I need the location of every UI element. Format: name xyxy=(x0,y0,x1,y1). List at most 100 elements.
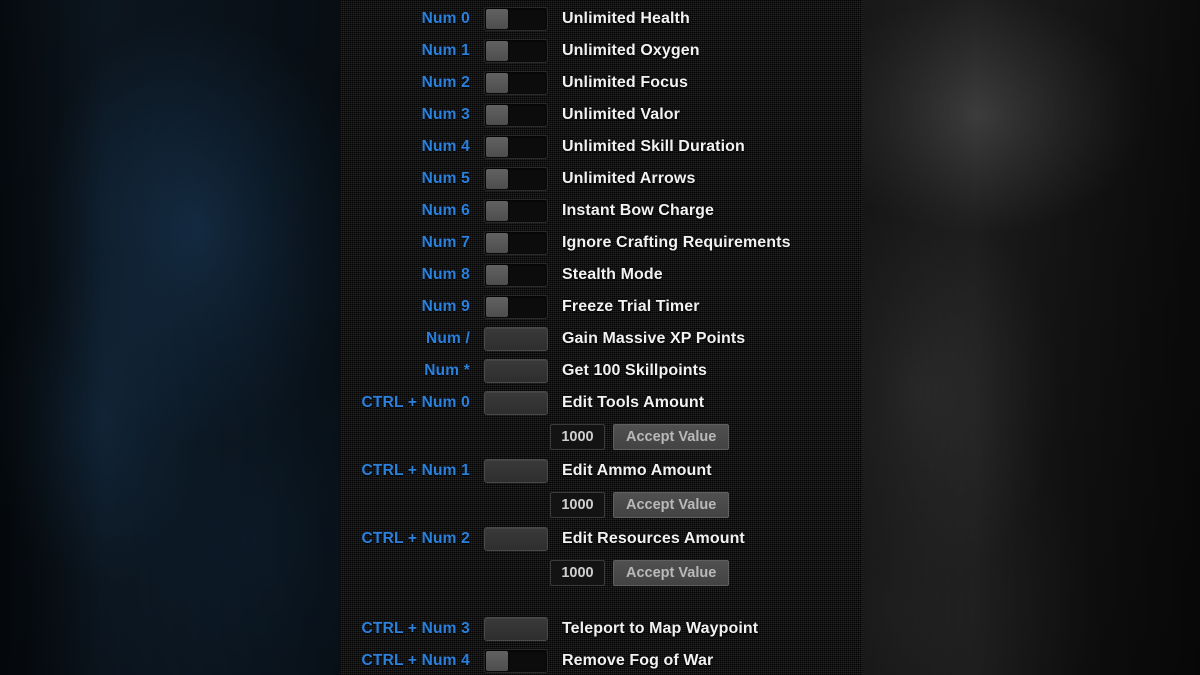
trainer-option-list: Num 0 Unlimited Health Num 1 Unlimited Oxyg… xyxy=(340,0,862,675)
option-label: Gain Massive XP Points xyxy=(550,330,862,348)
toggle-switch[interactable] xyxy=(484,295,548,319)
activate-button[interactable] xyxy=(484,527,548,551)
trainer-option-row: CTRL + Num 1 Edit Ammo Amount xyxy=(340,455,862,487)
trainer-option-row: CTRL + Num 2 Edit Resources Amount xyxy=(340,523,862,555)
toggle-switch[interactable] xyxy=(484,231,548,255)
control-cell xyxy=(480,7,550,31)
value-input[interactable] xyxy=(550,492,605,518)
toggle-switch[interactable] xyxy=(484,649,548,673)
option-label: Teleport to Map Waypoint xyxy=(550,620,862,638)
toggle-switch[interactable] xyxy=(484,167,548,191)
background-right-blur xyxy=(855,0,1200,675)
control-cell xyxy=(480,103,550,127)
trainer-option-row: Num 0 Unlimited Health xyxy=(340,3,862,35)
control-cell xyxy=(480,263,550,287)
option-label: Edit Resources Amount xyxy=(550,530,862,548)
activate-button[interactable] xyxy=(484,391,548,415)
option-label: Remove Fog of War xyxy=(550,652,862,670)
trainer-option-row: Num 3 Unlimited Valor xyxy=(340,99,862,131)
value-editor-row: Accept Value xyxy=(340,555,862,591)
hotkey-label: CTRL + Num 0 xyxy=(340,394,480,412)
trainer-option-row: Num 9 Freeze Trial Timer xyxy=(340,291,862,323)
row-spacer xyxy=(340,591,862,613)
trainer-option-row: Num 2Unlimited Focus xyxy=(340,67,862,99)
toggle-switch[interactable] xyxy=(484,7,548,31)
control-cell xyxy=(480,327,550,351)
trainer-option-row: CTRL + Num 0 Edit Tools Amount xyxy=(340,387,862,419)
toggle-knob xyxy=(486,201,508,221)
trainer-panel: Num 0 Unlimited Health Num 1 Unlimited Oxyg… xyxy=(340,0,862,675)
hotkey-label: CTRL + Num 2 xyxy=(340,530,480,548)
activate-button[interactable] xyxy=(484,327,548,351)
hotkey-label: CTRL + Num 4 xyxy=(340,652,480,670)
value-input[interactable] xyxy=(550,424,605,450)
hotkey-label: Num * xyxy=(340,362,480,380)
control-cell xyxy=(480,167,550,191)
toggle-knob xyxy=(486,169,508,189)
control-cell xyxy=(480,617,550,641)
option-label: Get 100 Skillpoints xyxy=(550,362,862,380)
toggle-switch[interactable] xyxy=(484,263,548,287)
toggle-switch[interactable] xyxy=(484,135,548,159)
toggle-switch[interactable] xyxy=(484,71,548,95)
hotkey-label: Num 6 xyxy=(340,202,480,220)
control-cell xyxy=(480,295,550,319)
option-label: Unlimited Arrows xyxy=(550,170,862,188)
toggle-knob xyxy=(486,105,508,125)
option-label: Edit Tools Amount xyxy=(550,394,862,412)
control-cell xyxy=(480,527,550,551)
hotkey-label: Num 9 xyxy=(340,298,480,316)
hotkey-label: Num 5 xyxy=(340,170,480,188)
control-cell xyxy=(480,391,550,415)
option-label: Unlimited Valor xyxy=(550,106,862,124)
control-cell xyxy=(480,199,550,223)
activate-button[interactable] xyxy=(484,359,548,383)
background-left-blur xyxy=(0,0,345,675)
value-editor-row: Accept Value xyxy=(340,487,862,523)
control-cell xyxy=(480,71,550,95)
control-cell xyxy=(480,135,550,159)
value-input[interactable] xyxy=(550,560,605,586)
trainer-option-row: Num 1 Unlimited Oxygen xyxy=(340,35,862,67)
activate-button[interactable] xyxy=(484,459,548,483)
toggle-knob xyxy=(486,651,508,671)
option-label: Unlimited Focus xyxy=(550,74,862,92)
hotkey-label: CTRL + Num 1 xyxy=(340,462,480,480)
option-label: Instant Bow Charge xyxy=(550,202,862,220)
option-label: Unlimited Skill Duration xyxy=(550,138,862,156)
toggle-knob xyxy=(486,73,508,93)
trainer-option-row: Num 6 Instant Bow Charge xyxy=(340,195,862,227)
hotkey-label: Num / xyxy=(340,330,480,348)
toggle-knob xyxy=(486,137,508,157)
control-cell xyxy=(480,39,550,63)
hotkey-label: Num 7 xyxy=(340,234,480,252)
option-label: Unlimited Health xyxy=(550,10,862,28)
trainer-option-row: Num / Gain Massive XP Points xyxy=(340,323,862,355)
hotkey-label: CTRL + Num 3 xyxy=(340,620,480,638)
toggle-switch[interactable] xyxy=(484,103,548,127)
option-label: Edit Ammo Amount xyxy=(550,462,862,480)
control-cell xyxy=(480,359,550,383)
option-label: Ignore Crafting Requirements xyxy=(550,234,862,252)
toggle-switch[interactable] xyxy=(484,39,548,63)
hotkey-label: Num 8 xyxy=(340,266,480,284)
hotkey-label: Num 0 xyxy=(340,10,480,28)
accept-value-button[interactable]: Accept Value xyxy=(613,492,729,518)
trainer-option-row: CTRL + Num 4 Remove Fog of War xyxy=(340,645,862,675)
toggle-knob xyxy=(486,265,508,285)
control-cell xyxy=(480,459,550,483)
toggle-knob xyxy=(486,233,508,253)
trainer-option-row: Num 7 Ignore Crafting Requirements xyxy=(340,227,862,259)
control-cell xyxy=(480,649,550,673)
activate-button[interactable] xyxy=(484,617,548,641)
accept-value-button[interactable]: Accept Value xyxy=(613,560,729,586)
trainer-option-row: CTRL + Num 3 Teleport to Map Waypoint xyxy=(340,613,862,645)
hotkey-label: Num 3 xyxy=(340,106,480,124)
value-editor-row: Accept Value xyxy=(340,419,862,455)
hotkey-label: Num 1 xyxy=(340,42,480,60)
option-label: Freeze Trial Timer xyxy=(550,298,862,316)
accept-value-button[interactable]: Accept Value xyxy=(613,424,729,450)
option-label: Unlimited Oxygen xyxy=(550,42,862,60)
toggle-switch[interactable] xyxy=(484,199,548,223)
toggle-knob xyxy=(486,41,508,61)
